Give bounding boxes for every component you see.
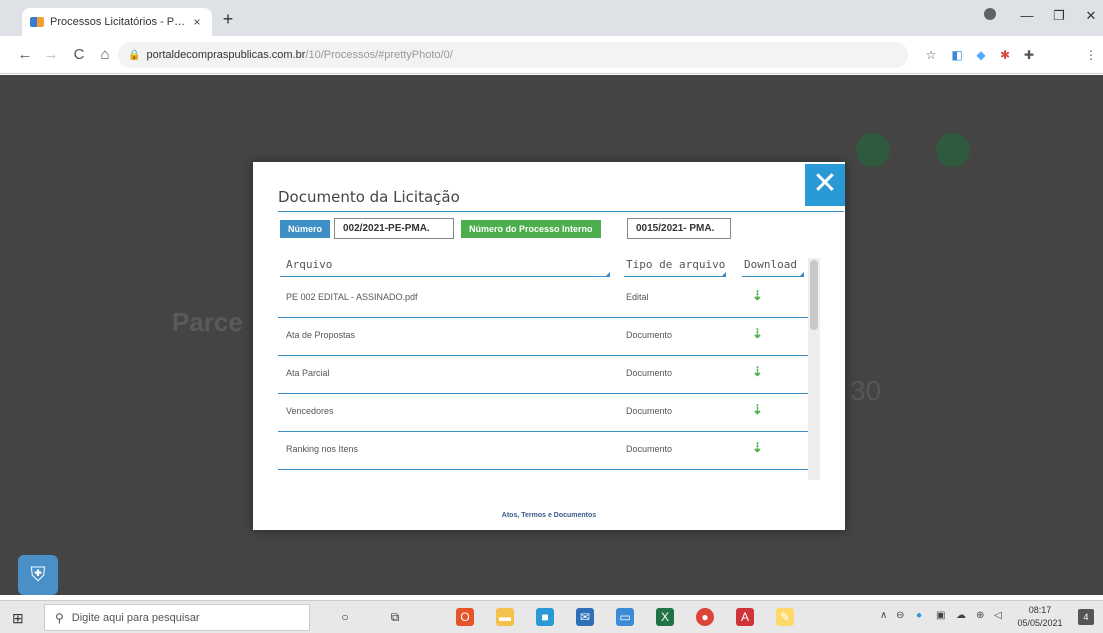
minimize-button[interactable]: —	[1012, 8, 1042, 23]
chrome-icon[interactable]: ●	[696, 608, 714, 626]
file-explorer-icon[interactable]: ▬	[496, 608, 514, 626]
download-arrow-icon[interactable]: ⇣	[752, 402, 763, 418]
search-placeholder: Digite aqui para pesquisar	[71, 611, 200, 624]
taskbar-search[interactable]: ⚲ Digite aqui para pesquisar	[44, 604, 310, 631]
processo-label: Número do Processo Interno	[461, 220, 601, 238]
header-download-underline	[742, 272, 804, 277]
outlook-icon[interactable]: ✉	[576, 608, 594, 626]
table-row: Ranking nos Itens Documento ⇣	[278, 432, 808, 470]
windows-taskbar: ⊞ ⚲ Digite aqui para pesquisar ○ ⧉ O ▬ ■…	[0, 600, 1103, 633]
header-file-underline	[280, 272, 610, 277]
background-green-circle-icon	[936, 133, 970, 167]
address-bar[interactable]: 🔒 portaldecompraspublicas.com.br /10/Pro…	[118, 42, 908, 68]
window-close-button[interactable]: ✕	[1076, 8, 1103, 24]
background-number: 30	[850, 375, 882, 406]
footer-link[interactable]: Atos, Termos e Documentos	[253, 512, 845, 519]
tray-onedrive-icon[interactable]: ●	[916, 610, 922, 621]
back-button[interactable]: ←	[14, 46, 36, 63]
background-green-circle-icon	[856, 133, 890, 167]
extension-icon[interactable]: ◆	[972, 48, 990, 62]
modal-close-button[interactable]: ✕	[805, 164, 845, 206]
table-scrollbar[interactable]	[808, 258, 820, 480]
url-path: /10/Processos/#prettyPhoto/0/	[305, 49, 453, 61]
row-file-type: Edital	[626, 292, 649, 302]
download-arrow-icon[interactable]: ⇣	[752, 364, 763, 380]
extension-icon[interactable]: ◧	[948, 48, 966, 62]
forward-button[interactable]: →	[40, 46, 62, 63]
row-file-name[interactable]: Ranking nos Itens	[286, 444, 358, 454]
extensions-puzzle-icon[interactable]: ✚	[1020, 48, 1038, 62]
download-arrow-icon[interactable]: ⇣	[752, 288, 763, 304]
taskbar-clock[interactable]: 08:17 05/05/2021	[1010, 604, 1070, 630]
tray-chevron-icon[interactable]: ∧	[880, 610, 887, 621]
profile-button[interactable]	[975, 8, 1005, 23]
row-file-type: Documento	[626, 444, 673, 454]
table-header: Arquivo Tipo de arquivo Download	[278, 254, 808, 278]
maximize-button[interactable]: ❐	[1044, 8, 1074, 24]
search-icon: ⚲	[55, 610, 64, 625]
profile-icon	[984, 8, 996, 20]
tool-icon[interactable]: ✎	[776, 608, 794, 626]
lock-icon: 🔒	[128, 49, 141, 61]
browser-toolbar: ← → C ⌂ 🔒 portaldecompraspublicas.com.br…	[0, 36, 1103, 74]
background-heading: Parce	[172, 307, 243, 337]
documents-table: Arquivo Tipo de arquivo Download PE 002 …	[278, 254, 818, 479]
title-divider	[278, 211, 844, 212]
tray-app-icon[interactable]: ▣	[936, 610, 945, 621]
tab-title: Processos Licitatórios - Portal de Compr…	[50, 16, 190, 28]
site-favicon-icon	[30, 17, 44, 27]
document-modal: Documento da Licitação Número 002/2021-P…	[253, 162, 845, 530]
windows-start-icon[interactable]: ⊞	[12, 610, 24, 627]
bookmark-star-icon[interactable]: ☆	[922, 48, 940, 62]
header-download[interactable]: Download	[744, 258, 797, 271]
row-file-name[interactable]: Ata Parcial	[286, 368, 330, 378]
store-icon[interactable]: ■	[536, 608, 554, 626]
mail-icon[interactable]: ▭	[616, 608, 634, 626]
numero-value: 002/2021-PE-PMA.	[334, 218, 454, 239]
table-row: PE 002 EDITAL - ASSINADO.pdf Edital ⇣	[278, 280, 808, 318]
processo-value: 0015/2021- PMA.	[627, 218, 731, 239]
numero-label: Número	[280, 220, 331, 238]
clock-time: 08:17	[1028, 605, 1052, 615]
header-type-underline	[624, 272, 726, 277]
row-file-type: Documento	[626, 368, 673, 378]
clock-date: 05/05/2021	[1017, 618, 1063, 628]
header-type[interactable]: Tipo de arquivo	[626, 258, 725, 271]
tray-volume-icon[interactable]: ◁	[994, 610, 1002, 621]
table-row: Ata Parcial Documento ⇣	[278, 356, 808, 394]
browser-tab[interactable]: Processos Licitatórios - Portal de Compr…	[22, 8, 212, 36]
download-arrow-icon[interactable]: ⇣	[752, 440, 763, 456]
new-tab-button[interactable]: +	[218, 10, 238, 30]
scrollbar-thumb[interactable]	[810, 260, 818, 330]
row-file-name[interactable]: Vencedores	[286, 406, 334, 416]
reload-button[interactable]: C	[68, 46, 90, 63]
browser-menu-icon[interactable]: ⋮	[1082, 48, 1100, 62]
notification-center-icon[interactable]: 4	[1078, 609, 1094, 625]
table-row: Vencedores Documento ⇣	[278, 394, 808, 432]
tray-cloud-icon[interactable]: ☁	[956, 610, 966, 621]
row-file-type: Documento	[626, 406, 673, 416]
extension-icon[interactable]: ✱	[996, 48, 1014, 62]
browser-tabbar: Processos Licitatórios - Portal de Compr…	[0, 0, 1103, 36]
home-button[interactable]: ⌂	[94, 46, 116, 63]
header-file[interactable]: Arquivo	[286, 258, 332, 271]
download-arrow-icon[interactable]: ⇣	[752, 326, 763, 342]
office-icon[interactable]: O	[456, 608, 474, 626]
row-file-type: Documento	[626, 330, 673, 340]
modal-title: Documento da Licitação	[278, 188, 460, 206]
table-row: Ata de Propostas Documento ⇣	[278, 318, 808, 356]
tray-network-icon[interactable]: ⊖	[896, 610, 904, 621]
acrobat-icon[interactable]: A	[736, 608, 754, 626]
row-file-name[interactable]: Ata de Propostas	[286, 330, 355, 340]
security-shield-icon[interactable]: ⛨	[18, 555, 58, 595]
cortana-icon[interactable]: ○	[336, 608, 354, 626]
tray-globe-icon[interactable]: ⊕	[976, 610, 984, 621]
task-view-icon[interactable]: ⧉	[386, 608, 404, 626]
url-host: portaldecompraspublicas.com.br	[146, 49, 306, 61]
excel-icon[interactable]: X	[656, 608, 674, 626]
row-file-name[interactable]: PE 002 EDITAL - ASSINADO.pdf	[286, 292, 418, 302]
tab-close-icon[interactable]: ×	[190, 15, 204, 29]
